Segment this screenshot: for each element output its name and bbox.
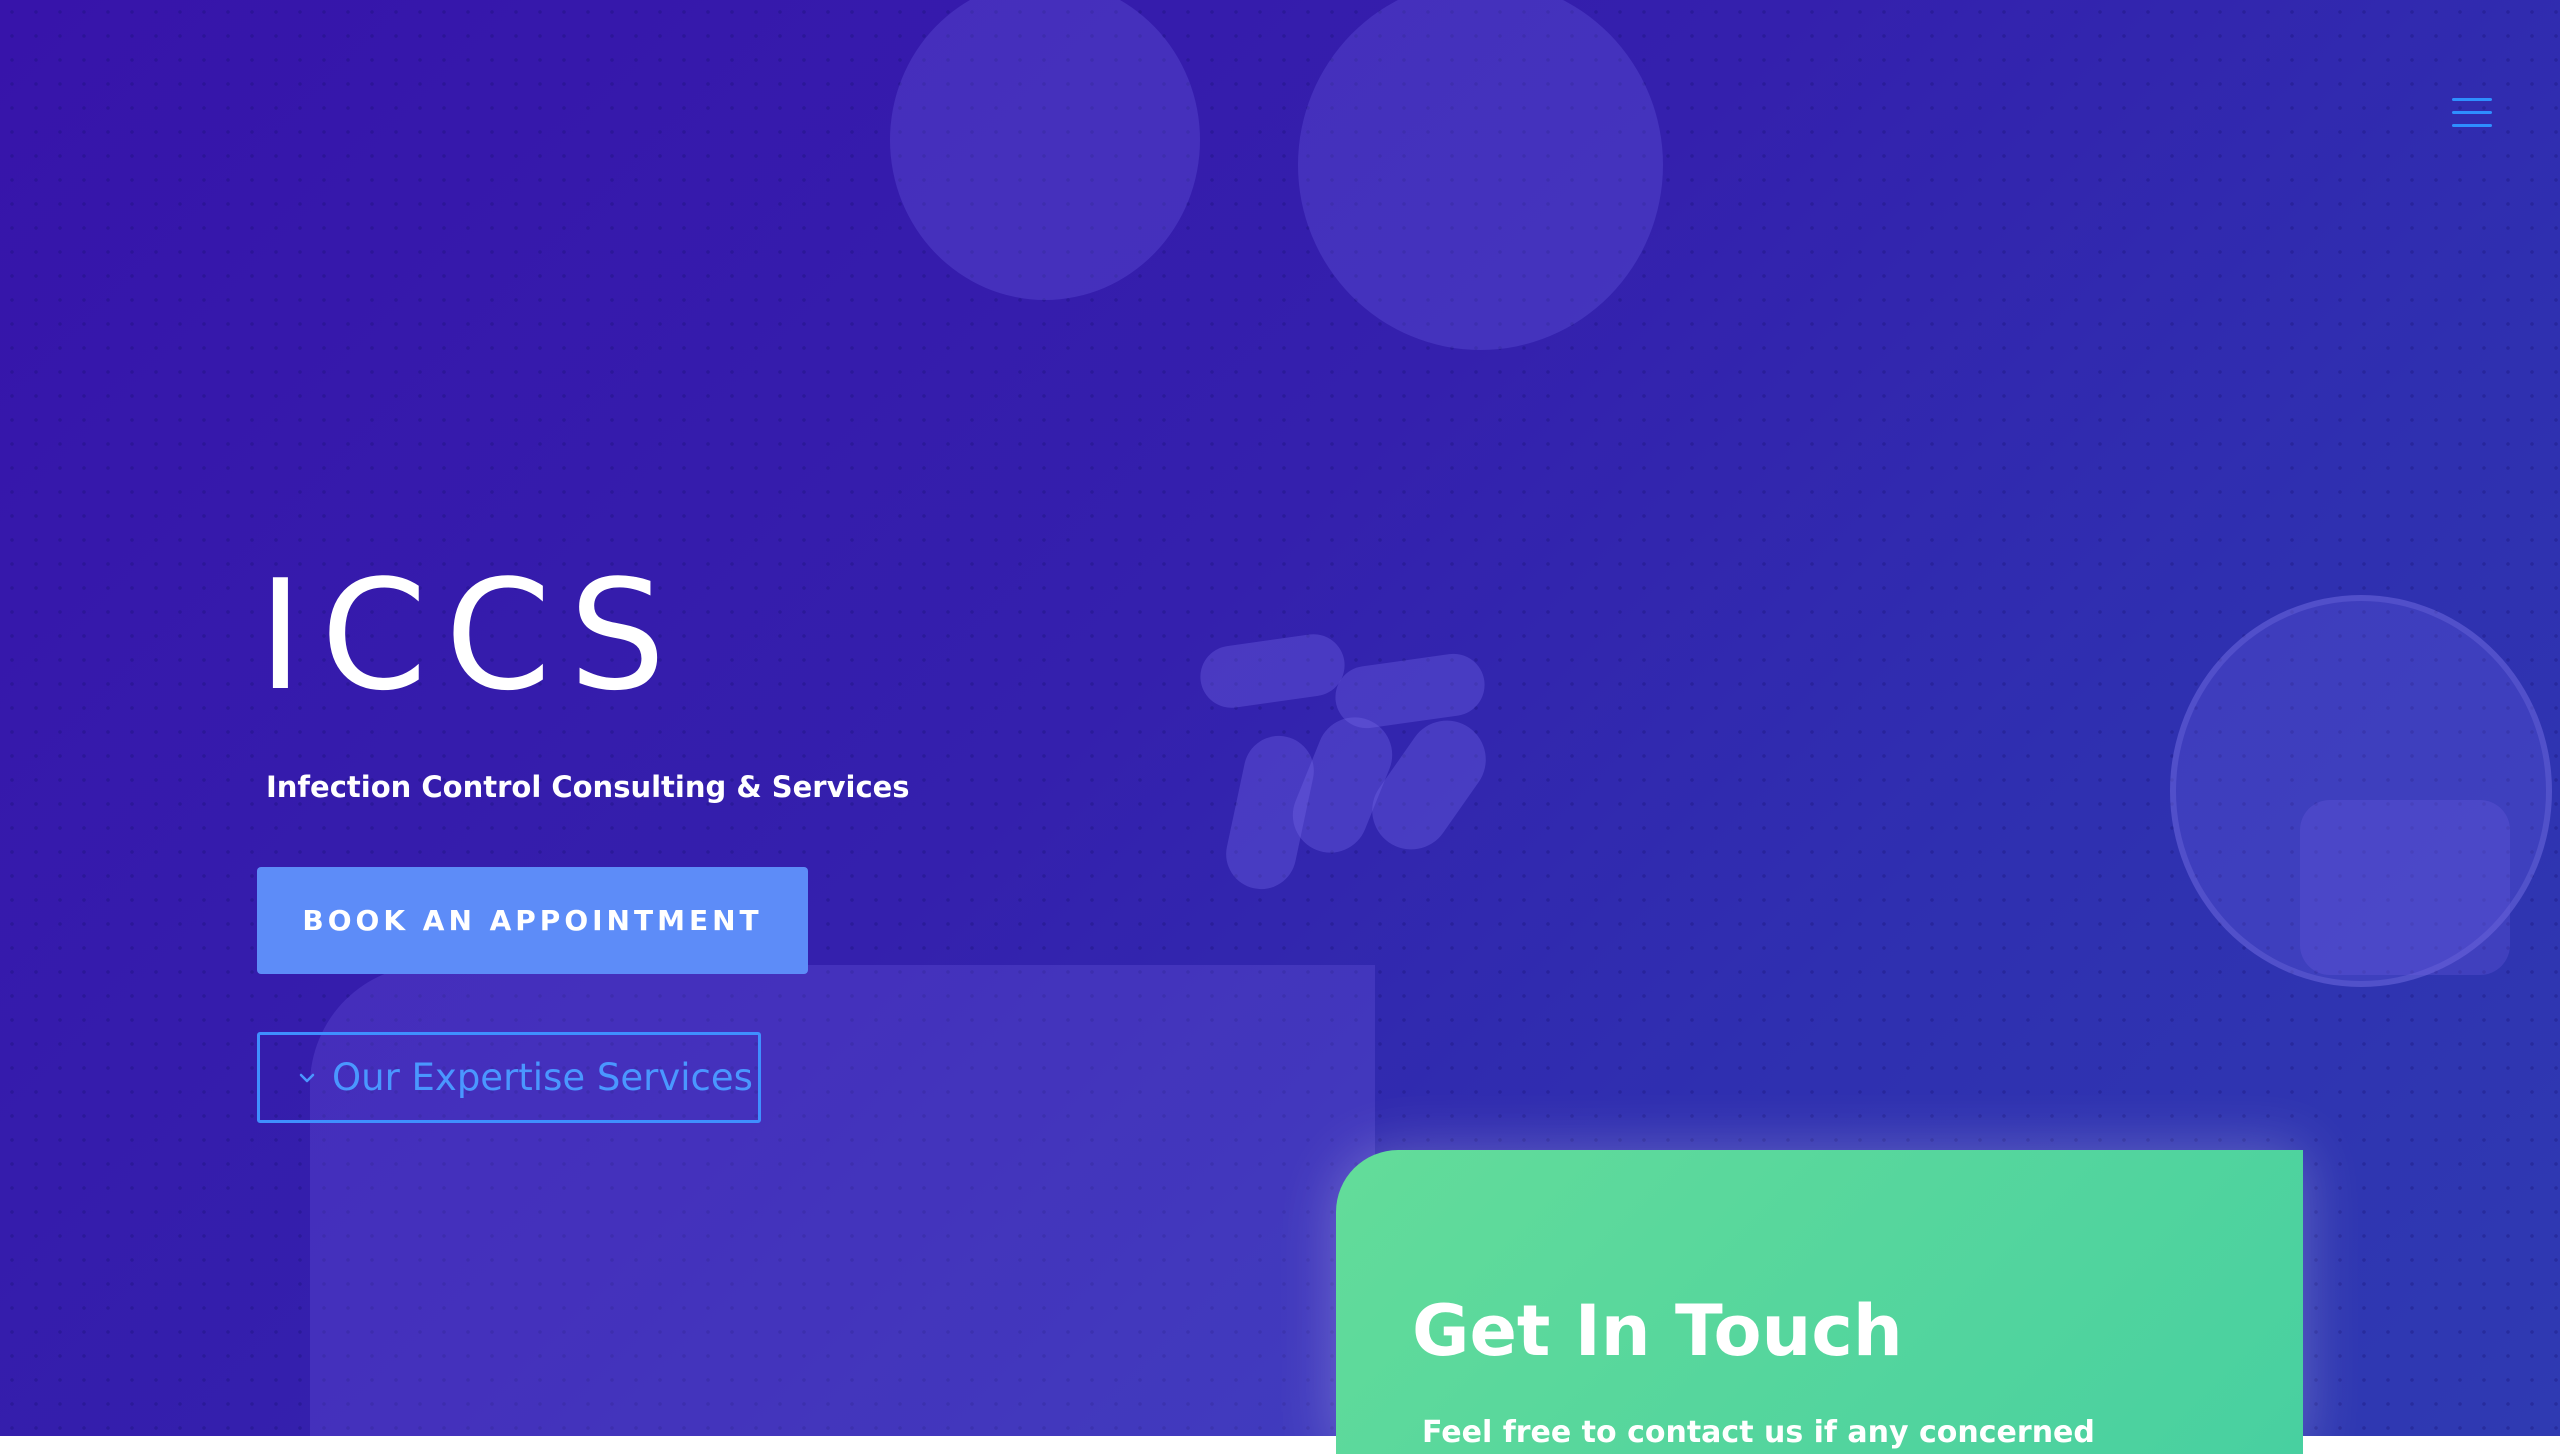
contact-card-title: Get In Touch: [1412, 1290, 1903, 1372]
page-title: ICCS: [258, 547, 684, 724]
menu-line: [2452, 124, 2492, 127]
menu-line: [2452, 111, 2492, 114]
expertise-services-label: Our Expertise Services: [332, 1056, 753, 1099]
expertise-services-button[interactable]: Our Expertise Services: [257, 1032, 761, 1123]
background-square-shape: [2300, 800, 2510, 975]
book-appointment-button[interactable]: BOOK AN APPOINTMENT: [257, 867, 808, 974]
chevron-down-icon: [299, 1073, 315, 1082]
page-subtitle: Infection Control Consulting & Services: [266, 770, 910, 804]
contact-card: Get In Touch Feel free to contact us if …: [1336, 1150, 2303, 1454]
hamburger-menu-icon[interactable]: [2452, 98, 2492, 128]
contact-card-text: Feel free to contact us if any concerned: [1422, 1415, 2095, 1450]
menu-line: [2452, 98, 2492, 101]
